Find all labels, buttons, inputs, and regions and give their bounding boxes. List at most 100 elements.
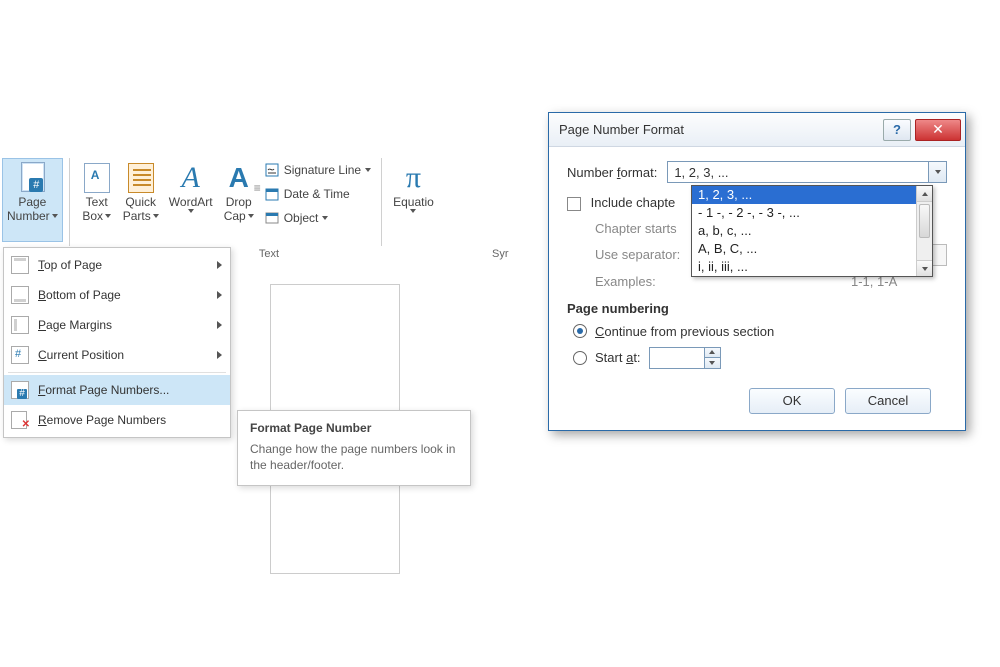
menu-bottom-of-page[interactable]: Bottom of Page (4, 280, 230, 310)
wordart-button[interactable]: A WordArt (164, 158, 218, 242)
wordart-label: WordArt (169, 195, 213, 209)
menu-top-of-page[interactable]: Top of Page (4, 250, 230, 280)
number-format-dropdown-list[interactable]: 1, 2, 3, ... - 1 -, - 2 -, - 3 -, ... a,… (691, 185, 933, 277)
chevron-up-icon (922, 192, 928, 196)
include-chapter-checkbox[interactable] (567, 197, 581, 211)
bottom-of-page-icon (11, 286, 29, 304)
start-at-input[interactable] (650, 348, 704, 368)
number-format-combobox[interactable]: 1, 2, 3, ... (667, 161, 947, 183)
spinner-down[interactable] (705, 358, 720, 368)
scroll-down-button[interactable] (917, 260, 932, 276)
ok-button[interactable]: OK (749, 388, 835, 414)
drop-cap-button[interactable]: A Drop Cap (218, 158, 260, 242)
spinner-up[interactable] (705, 348, 720, 359)
chevron-down-icon (709, 361, 715, 365)
menu-margins-label: age Margins (46, 318, 112, 332)
ribbon-group-text: Text Box Quick Parts A WordArt A Drop Ca… (74, 158, 377, 242)
continue-label-tail: ontinue from previous section (604, 324, 774, 339)
chevron-down-icon (935, 170, 941, 174)
ribbon-group-symbols: π Equatio (386, 158, 441, 242)
equation-button[interactable]: π Equatio (388, 158, 439, 242)
date-time-button[interactable]: Date & Time (260, 184, 375, 204)
signature-line-button[interactable]: Signature Line (260, 160, 375, 180)
chevron-up-icon (709, 350, 715, 354)
start-at-spinner[interactable] (649, 347, 721, 369)
submenu-arrow-icon (217, 261, 222, 269)
chevron-down-icon (188, 209, 194, 213)
include-chapter-label-partial: Include chapte (591, 195, 676, 210)
text-box-button[interactable]: Text Box (76, 158, 118, 242)
page-number-label2: Number (7, 209, 50, 223)
menu-remove-page-numbers[interactable]: Remove Page Numbers (4, 405, 230, 435)
submenu-arrow-icon (217, 291, 222, 299)
object-button[interactable]: Object (260, 208, 375, 228)
quick-parts-button[interactable]: Quick Parts (118, 158, 164, 242)
menu-top-label: op of Page (44, 258, 102, 272)
top-of-page-icon (11, 256, 29, 274)
examples-label: Examples: (595, 274, 656, 289)
quick-parts-label2: Parts (123, 209, 151, 223)
menu-current-label: urrent Position (47, 348, 124, 362)
quick-parts-icon (128, 163, 154, 193)
dialog-close-button[interactable]: ✕ (915, 119, 961, 141)
number-format-option[interactable]: A, B, C, ... (692, 240, 932, 258)
menu-remove-label: emove Page Numbers (47, 413, 166, 427)
page-numbering-group-title: Page numbering (567, 301, 947, 316)
chapter-starts-label: Chapter starts (595, 221, 677, 236)
text-box-label1: Text (86, 195, 108, 209)
page-number-menu: Top of Page Bottom of Page Page Margins … (3, 247, 231, 438)
number-format-label: Number format: (567, 165, 657, 180)
dialog-title: Page Number Format (559, 122, 879, 137)
menu-format-label: ormat Page Numbers... (45, 383, 169, 397)
page-number-button[interactable]: Page Number (2, 158, 63, 242)
number-format-option[interactable]: a, b, c, ... (692, 222, 932, 240)
dialog-titlebar[interactable]: Page Number Format ? ✕ (549, 113, 965, 147)
number-format-value: 1, 2, 3, ... (674, 165, 728, 180)
continue-radio[interactable] (573, 324, 587, 338)
menu-format-page-numbers[interactable]: Format Page Numbers... (4, 375, 230, 405)
dropdown-scrollbar[interactable] (916, 186, 932, 276)
ribbon-group-header-footer: Page Number (0, 158, 65, 242)
wordart-icon: A (182, 163, 200, 193)
menu-page-margins[interactable]: Page Margins (4, 310, 230, 340)
number-format-option[interactable]: 1, 2, 3, ... (692, 186, 932, 204)
menu-current-position[interactable]: Current Position (4, 340, 230, 370)
dialog-help-button[interactable]: ? (883, 119, 911, 141)
submenu-arrow-icon (217, 321, 222, 329)
object-icon (264, 210, 280, 226)
date-time-label: Date & Time (284, 187, 350, 201)
drop-cap-label2: Cap (224, 209, 246, 223)
date-time-icon (264, 186, 280, 202)
submenu-arrow-icon (217, 351, 222, 359)
ribbon-group-label-text: Text (234, 248, 304, 260)
signature-line-label: Signature Line (284, 163, 361, 177)
combobox-dropdown-button[interactable] (928, 162, 946, 182)
equation-icon: π (406, 161, 421, 195)
text-box-label2: Box (82, 209, 103, 223)
scroll-up-button[interactable] (917, 186, 932, 202)
ribbon-separator (69, 158, 70, 246)
page-number-icon (17, 162, 47, 194)
tooltip-format-page-number: Format Page Number Change how the page n… (237, 410, 471, 486)
object-label: Object (284, 211, 319, 225)
ribbon: Page Number Text Box Quick Parts A WordA… (0, 158, 441, 246)
number-format-option[interactable]: i, ii, iii, ... (692, 258, 932, 276)
cancel-button[interactable]: Cancel (845, 388, 931, 414)
ribbon-separator (381, 158, 382, 246)
ribbon-text-small-commands: Signature Line Date & Time Object (260, 158, 375, 228)
use-separator-label: Use separator: (595, 247, 680, 262)
remove-page-numbers-icon (11, 411, 29, 429)
close-icon: ✕ (932, 121, 944, 138)
signature-line-icon (264, 162, 280, 178)
continue-from-previous-radio-row[interactable]: Continue from previous section (573, 324, 947, 339)
chevron-down-icon (922, 267, 928, 271)
chevron-down-icon (365, 168, 371, 172)
tooltip-body: Change how the page numbers look in the … (250, 441, 458, 473)
start-at-radio[interactable] (573, 351, 587, 365)
dialog-body: Number format: 1, 2, 3, ... Include chap… (549, 147, 965, 430)
page-number-format-dialog: Page Number Format ? ✕ Number format: 1,… (548, 112, 966, 431)
drop-cap-icon: A (229, 163, 249, 193)
number-format-option[interactable]: - 1 -, - 2 -, - 3 -, ... (692, 204, 932, 222)
scrollbar-thumb[interactable] (919, 204, 930, 238)
start-at-radio-row[interactable]: Start at: (573, 347, 947, 369)
